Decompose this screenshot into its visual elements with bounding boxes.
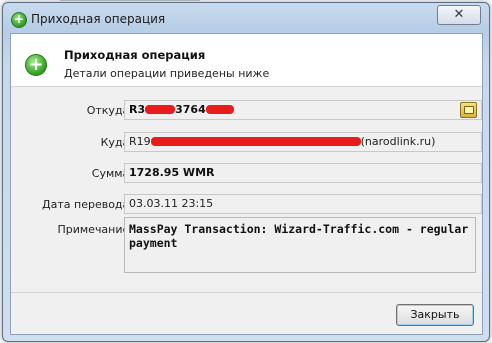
- operation-dialog: + Приходная операция ✕ + Приходная опера…: [2, 2, 490, 342]
- close-button[interactable]: Закрыть: [396, 304, 474, 326]
- date-label: Дата перевода:: [42, 198, 133, 211]
- incoming-plus-icon: +: [11, 12, 27, 28]
- dialog-header: + Приходная операция Детали операции при…: [11, 34, 482, 87]
- to-prefix: R19: [129, 135, 151, 148]
- to-field[interactable]: R19 (narodlink.ru): [124, 132, 482, 152]
- amount-field[interactable]: 1728.95 WMR: [124, 163, 482, 183]
- to-label: Куда:: [100, 136, 133, 149]
- dialog-content: + Приходная операция Детали операции при…: [10, 33, 483, 335]
- title-bar[interactable]: + Приходная операция ✕: [3, 3, 489, 33]
- window-close-button[interactable]: ✕: [437, 5, 481, 25]
- to-suffix: (narodlink.ru): [360, 135, 436, 148]
- window-title: Приходная операция: [31, 12, 166, 26]
- header-subtitle: Детали операции приведены ниже: [64, 67, 270, 80]
- from-middle: 3764: [175, 103, 206, 116]
- add-operation-icon: +: [25, 54, 47, 76]
- redaction-mark: [150, 136, 361, 146]
- amount-label: Сумма:: [91, 167, 133, 180]
- from-label: Откуда:: [86, 104, 133, 117]
- from-prefix: R3: [129, 103, 146, 116]
- redaction-mark: [145, 104, 176, 114]
- header-title: Приходная операция: [64, 48, 206, 62]
- note-label: Примечание:: [57, 223, 133, 236]
- date-field[interactable]: 03.03.11 23:15: [124, 194, 482, 214]
- redaction-mark: [205, 104, 234, 114]
- footer-divider: [11, 292, 482, 293]
- from-field[interactable]: R3 3764: [124, 100, 482, 120]
- wallet-icon[interactable]: [460, 102, 477, 118]
- note-field[interactable]: MassPay Transaction: Wizard-Traffic.com …: [124, 217, 476, 273]
